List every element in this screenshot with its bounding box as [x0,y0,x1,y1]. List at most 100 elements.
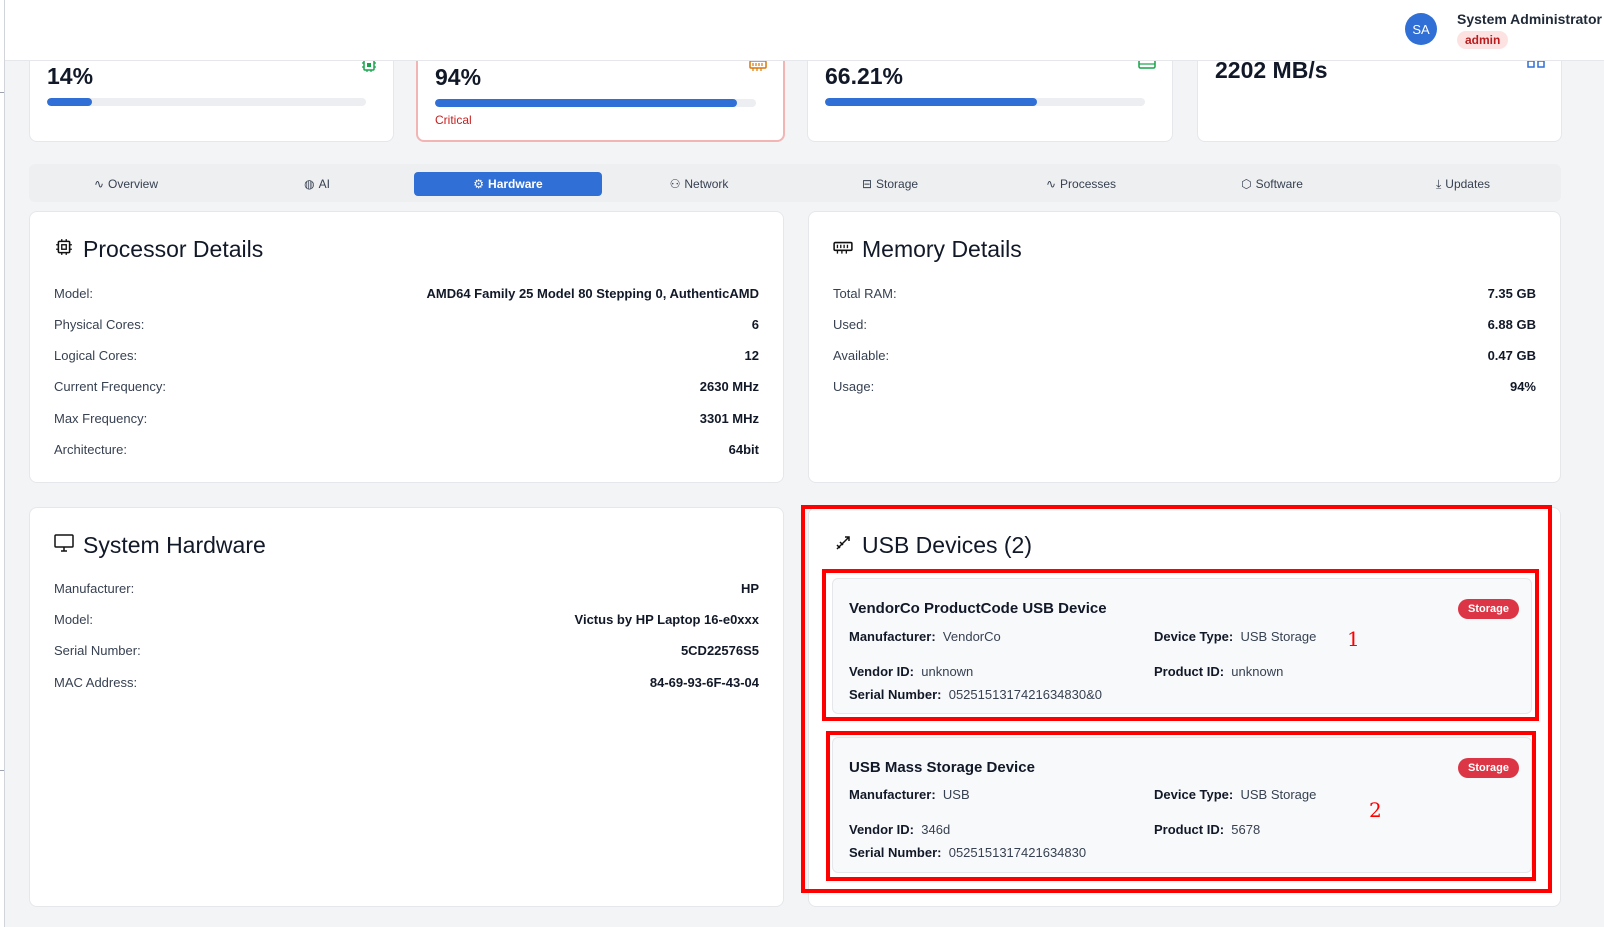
processor-details-panel: Processor Details Model: AMD64 Family 25 … [29,211,784,483]
device-type-badge: Storage [1458,599,1519,619]
usb-title: USB Devices (2) [862,532,1032,558]
user-name: System Administrator [1457,11,1602,27]
avatar[interactable]: SA [1405,13,1437,45]
tab-software[interactable]: ⬡ Software [1178,172,1366,196]
edge-mark [0,92,4,98]
critical-status: Critical [435,113,472,127]
monitor-icon [54,534,74,557]
processor-title: Processor Details [83,236,264,262]
info-row: Current Frequency: 2630 MHz [54,376,759,396]
info-row: Manufacturer: HP [54,578,759,598]
info-row: Usage: 94% [833,376,1536,396]
row-label: Usage: [833,378,875,394]
info-row: Architecture: 64bit [54,439,759,459]
tab-network[interactable]: ⚇ Network [605,172,793,196]
brain-icon: ◍ [304,177,315,191]
info-row: MAC Address: 84-69-93-6F-43-04 [54,672,759,692]
tab-overview[interactable]: ∿ Overview [32,172,220,196]
row-value: 5CD22576S5 [680,642,759,658]
tab-hardware[interactable]: ⚙ Hardware [414,172,602,196]
usb-device-card[interactable]: VendorCo ProductCode USB Device Storage … [832,578,1532,714]
row-label: MAC Address: [54,674,138,690]
tab-label: Network [684,177,729,191]
row-value: 94% [1509,378,1536,394]
tab-ai[interactable]: ◍ AI [223,172,411,196]
annotation-label: 1 [1347,627,1360,651]
tab-processes[interactable]: ∿ Processes [987,172,1175,196]
device-type-field: Device Type: USB Storage [1154,787,1317,802]
activity-icon: ∿ [93,177,105,191]
info-row: Physical Cores: 6 [54,314,759,334]
memory-icon [833,239,853,260]
info-row: Total RAM: 7.35 GB [833,283,1536,303]
system-hardware-panel: System Hardware Manufacturer: HP Model: Vi… [29,507,784,907]
row-value: 3301 MHz [699,410,759,426]
storage-icon: ⊟ [861,177,873,191]
tab-label: AI [318,177,330,191]
cpu-icon [54,238,74,261]
user-role-badge: admin [1457,31,1509,49]
tab-bar: ∿ Overview ◍ AI ⚙ Hardware ⚇ Network ⊟ Storag… [29,164,1561,202]
memory-details-panel: Memory Details Total RAM: 7.35 GB Used: 6.… [808,211,1561,483]
row-label: Used: [833,316,867,332]
panel-title: USB Devices (2) [833,532,1032,559]
memory-title: Memory Details [862,236,1022,262]
usb-device-card[interactable]: USB Mass Storage Device Storage Manufact… [832,737,1532,873]
info-row: Used: 6.88 GB [833,314,1536,334]
row-value: 84-69-93-6F-43-04 [649,674,759,690]
memory-usage-value: 94% [435,64,482,90]
row-value: Victus by HP Laptop 16-e0xxx [574,611,759,627]
row-value: HP [740,580,759,596]
row-label: Total RAM: [833,285,897,301]
row-label: Model: [54,611,94,627]
tab-label: Updates [1445,177,1490,191]
cpu-usage-bar [47,98,366,106]
serial-number-field: Serial Number: 0525151317421634830 [849,845,1087,860]
left-window-edge [0,0,5,927]
info-row: Model: AMD64 Family 25 Model 80 Stepping … [54,283,759,303]
row-label: Manufacturer: [54,580,135,596]
row-value: 0.47 GB [1487,347,1536,363]
network-speed-value: 2202 MB/s [1215,57,1328,83]
row-label: Logical Cores: [54,347,138,363]
row-value: 6 [751,316,759,332]
row-label: Architecture: [54,441,127,457]
top-header: SA System Administrator admin [5,0,1604,61]
row-label: Model: [54,285,94,301]
row-value: AMD64 Family 25 Model 80 Stepping 0, Aut… [426,285,759,301]
disk-usage-value: 66.21% [825,63,904,89]
tab-label: Storage [876,177,919,191]
manufacturer-field: Manufacturer: USB [849,787,970,802]
panel-title: Memory Details [833,236,1022,263]
usb-icon [833,534,853,557]
device-name: VendorCo ProductCode USB Device [849,600,1107,617]
info-row: Serial Number: 5CD22576S5 [54,640,759,660]
tab-updates[interactable]: ⤓ Updates [1369,172,1557,196]
disk-usage-bar [825,98,1145,106]
system-hardware-title: System Hardware [83,532,266,558]
row-value: 64bit [728,441,759,457]
annotation-label: 2 [1369,798,1382,822]
tab-label: Software [1255,177,1303,191]
download-icon: ⤓ [1435,176,1442,191]
tab-label: Overview [108,177,159,191]
edge-mark [0,770,4,776]
row-value: 12 [744,347,759,363]
info-row: Model: Victus by HP Laptop 16-e0xxx [54,609,759,629]
device-name: USB Mass Storage Device [849,759,1035,776]
activity-icon: ∿ [1045,177,1057,191]
network-icon: ⚇ [669,177,681,191]
device-type-field: Device Type: USB Storage [1154,629,1317,644]
row-label: Available: [833,347,890,363]
tab-storage[interactable]: ⊟ Storage [796,172,984,196]
row-value: 2630 MHz [699,378,759,394]
device-type-badge: Storage [1458,758,1519,778]
manufacturer-field: Manufacturer: VendorCo [849,629,1001,644]
info-row: Available: 0.47 GB [833,345,1536,365]
vendor-id-field: Vendor ID: unknown [849,664,974,679]
row-label: Max Frequency: [54,410,148,426]
cpu-usage-value: 14% [47,63,94,89]
row-label: Serial Number: [54,642,141,658]
product-id-field: Product ID: 5678 [1154,822,1261,837]
cpu-icon: ⚙ [473,177,485,191]
